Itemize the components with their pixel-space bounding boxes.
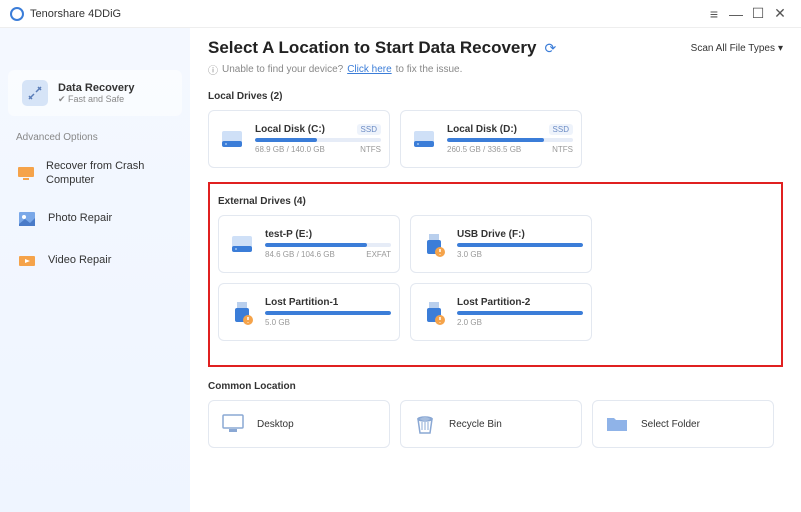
drive-usage-bar [457, 311, 583, 315]
drive-card[interactable]: Local Disk (D:) SSD 260.5 GB / 336.5 GB NTF… [400, 110, 582, 168]
sidebar-recover-crash[interactable]: Recover from Crash Computer [0, 149, 190, 198]
menu-icon[interactable]: ≡ [703, 3, 725, 25]
hdd-icon [227, 229, 257, 259]
location-card[interactable]: Desktop [208, 400, 390, 448]
sidebar-photo-repair[interactable]: Photo Repair [0, 198, 190, 240]
minimize-button[interactable]: — [725, 3, 747, 25]
drive-card[interactable]: Lost Partition-2 2.0 GB [410, 283, 592, 341]
page-title: Select A Location to Start Data Recovery [208, 38, 536, 58]
sidebar-item-label: Photo Repair [48, 211, 112, 225]
drive-usage-bar [265, 243, 391, 247]
drive-name: Local Disk (C:) [255, 124, 325, 135]
help-link[interactable]: Click here [347, 64, 391, 75]
refresh-icon[interactable]: ⟳ [544, 40, 556, 57]
crash-icon [16, 162, 36, 184]
usb-drive-icon [419, 297, 449, 327]
tools-icon [22, 80, 48, 106]
maximize-button[interactable]: ☐ [747, 3, 769, 25]
drive-card[interactable]: Local Disk (C:) SSD 68.9 GB / 140.0 GB NTFS [208, 110, 390, 168]
drive-name: Lost Partition-2 [457, 297, 530, 308]
location-name: Select Folder [641, 419, 700, 430]
drive-size: 3.0 GB [457, 250, 482, 259]
external-drives-grid: test-P (E:) 84.6 GB / 104.6 GB EXFAT USB Dr… [218, 215, 773, 341]
drive-badge: SSD [549, 124, 573, 135]
app-title: Tenorshare 4DDiG [30, 8, 121, 20]
location-card[interactable]: Select Folder [592, 400, 774, 448]
chevron-down-icon: ▾ [778, 43, 783, 54]
drive-fs: NTFS [552, 145, 573, 154]
titlebar: Tenorshare 4DDiG ≡ — ☐ ✕ [0, 0, 801, 28]
sidebar-item-label: Recover from Crash Computer [46, 159, 174, 188]
external-drives-highlight: External Drives (4) test-P (E:) 84.6 GB /… [208, 182, 783, 367]
local-drives-label: Local Drives (2) [208, 91, 783, 102]
sidebar-data-recovery[interactable]: Data Recovery ✔ Fast and Safe [8, 70, 182, 116]
folder-icon [603, 410, 631, 438]
drive-card[interactable]: USB Drive (F:) 3.0 GB [410, 215, 592, 273]
drive-size: 84.6 GB / 104.6 GB [265, 250, 335, 259]
location-name: Recycle Bin [449, 419, 502, 430]
advanced-options-label: Advanced Options [0, 120, 190, 149]
help-icon: ⓘ [208, 62, 218, 77]
scan-file-types-dropdown[interactable]: Scan All File Types ▾ [691, 43, 783, 54]
video-icon [16, 250, 38, 272]
drive-card[interactable]: Lost Partition-1 5.0 GB [218, 283, 400, 341]
close-button[interactable]: ✕ [769, 3, 791, 25]
drive-usage-bar [265, 311, 391, 315]
drive-size: 2.0 GB [457, 318, 482, 327]
content-area: Select A Location to Start Data Recovery… [190, 28, 801, 512]
bin-icon [411, 410, 439, 438]
sidebar-main-sub: ✔ Fast and Safe [58, 94, 134, 105]
location-card[interactable]: Recycle Bin [400, 400, 582, 448]
sidebar-item-label: Video Repair [48, 253, 111, 267]
usb-drive-icon [227, 297, 257, 327]
hdd-icon [409, 124, 439, 154]
sidebar-video-repair[interactable]: Video Repair [0, 240, 190, 282]
local-drives-grid: Local Disk (C:) SSD 68.9 GB / 140.0 GB NTFS… [208, 110, 783, 168]
drive-name: USB Drive (F:) [457, 229, 525, 240]
drive-usage-bar [255, 138, 381, 142]
drive-size: 260.5 GB / 336.5 GB [447, 145, 521, 154]
app-logo-icon [10, 7, 24, 21]
usb-drive-icon [419, 229, 449, 259]
drive-name: Lost Partition-1 [265, 297, 338, 308]
drive-name: Local Disk (D:) [447, 124, 517, 135]
location-name: Desktop [257, 419, 294, 430]
help-row: ⓘ Unable to find your device? Click here… [208, 62, 783, 77]
drive-fs: EXFAT [366, 250, 391, 259]
sidebar-main-label: Data Recovery [58, 82, 134, 94]
photo-icon [16, 208, 38, 230]
drive-fs: NTFS [360, 145, 381, 154]
external-drives-label: External Drives (4) [218, 196, 773, 207]
drive-usage-bar [457, 243, 583, 247]
common-location-grid: Desktop Recycle Bin Select Folder [208, 400, 783, 448]
common-location-label: Common Location [208, 381, 783, 392]
drive-badge: SSD [357, 124, 381, 135]
drive-size: 68.9 GB / 140.0 GB [255, 145, 325, 154]
sidebar: Data Recovery ✔ Fast and Safe Advanced O… [0, 28, 190, 512]
desktop-icon [219, 410, 247, 438]
drive-name: test-P (E:) [265, 229, 312, 240]
drive-card[interactable]: test-P (E:) 84.6 GB / 104.6 GB EXFAT [218, 215, 400, 273]
drive-usage-bar [447, 138, 573, 142]
hdd-icon [217, 124, 247, 154]
drive-size: 5.0 GB [265, 318, 290, 327]
